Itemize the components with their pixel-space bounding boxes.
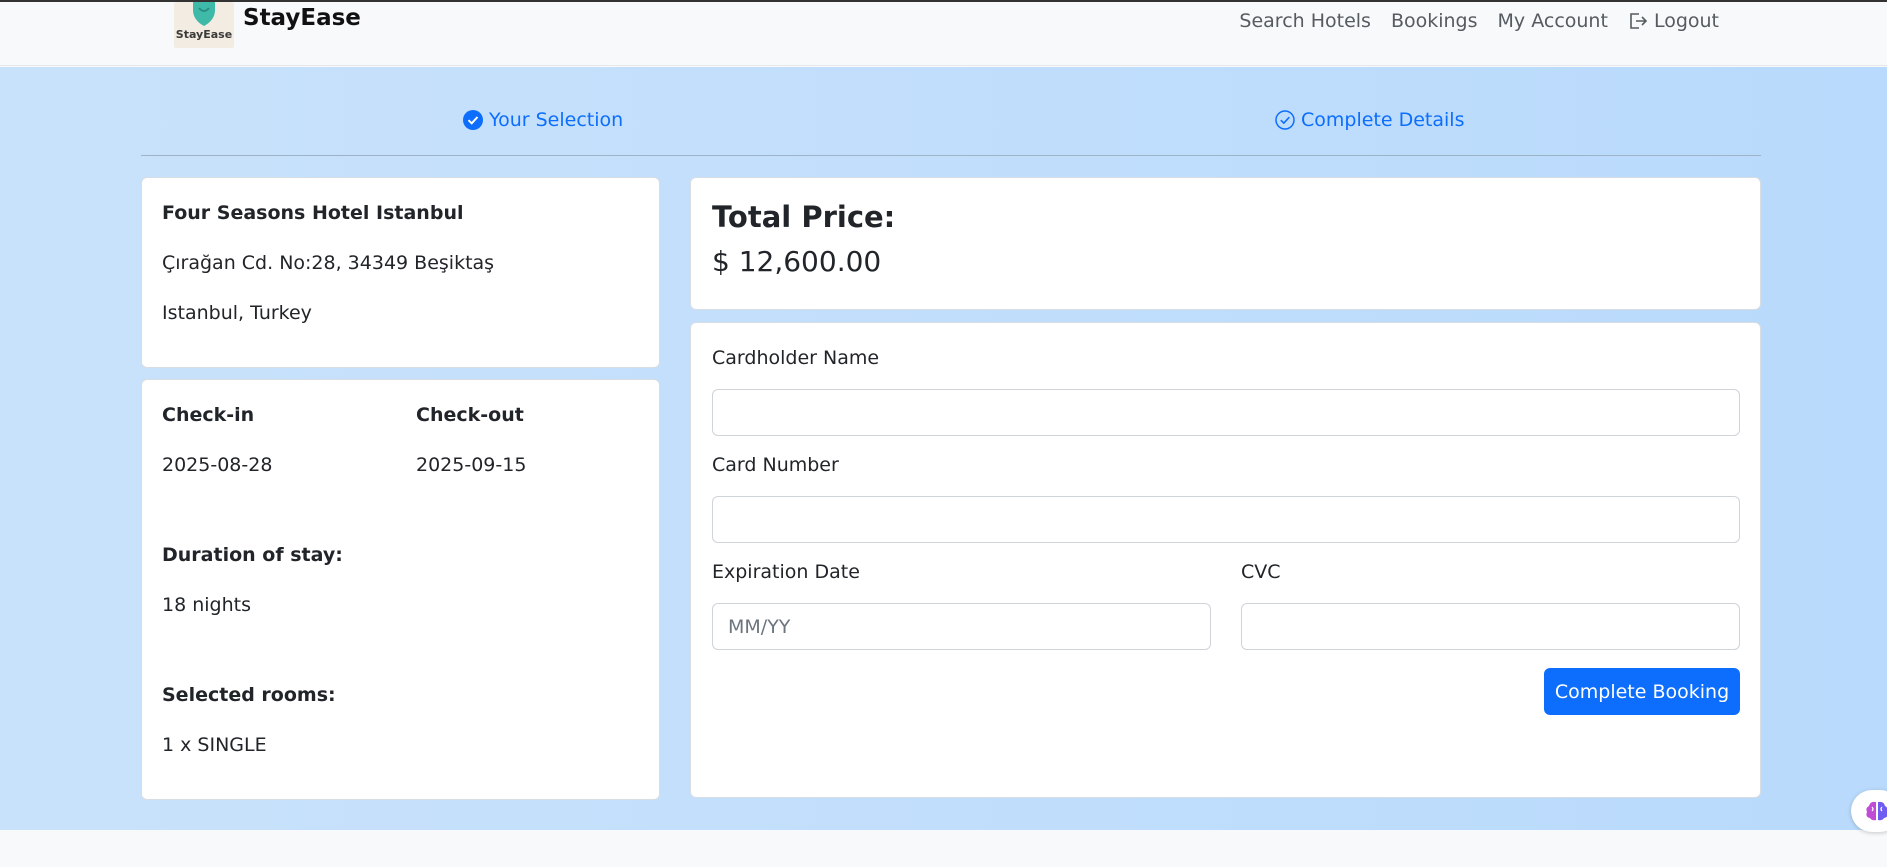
complete-booking-button[interactable]: Complete Booking: [1544, 668, 1740, 715]
navbar: StayEase StayEase Search Hotels Bookings…: [0, 2, 1887, 66]
assistant-fab[interactable]: [1851, 790, 1887, 832]
duration-label: Duration of stay:: [162, 544, 343, 566]
hotel-address-line1: Çırağan Cd. No:28, 34349 Beşiktaş: [162, 252, 495, 274]
stay-details-card: Check-in 2025-08-28 Check-out 2025-09-15…: [141, 379, 660, 800]
cvc-label: CVC: [1241, 561, 1281, 583]
expiration-date-input[interactable]: [712, 603, 1211, 650]
hotel-name: Four Seasons Hotel Istanbul: [162, 202, 464, 224]
check-circle-outline-icon: [1275, 110, 1295, 130]
step-complete-details[interactable]: Complete Details: [1275, 109, 1464, 131]
logout-link[interactable]: Logout: [1628, 10, 1719, 32]
logo-text: StayEase: [175, 28, 233, 41]
step-selection-label: Your Selection: [489, 109, 624, 131]
step-your-selection[interactable]: Your Selection: [463, 109, 623, 131]
card-number-label: Card Number: [712, 454, 839, 476]
booking-main: Your Selection Complete Details Four Sea…: [0, 67, 1887, 830]
nav-search-hotels[interactable]: Search Hotels: [1239, 10, 1371, 32]
brand-name[interactable]: StayEase: [243, 5, 361, 31]
checkin-label: Check-in: [162, 404, 255, 426]
cvc-input[interactable]: [1241, 603, 1740, 650]
hotel-address-line2: Istanbul, Turkey: [162, 302, 312, 324]
brand-logo[interactable]: StayEase: [174, 2, 234, 48]
logout-label: Logout: [1653, 10, 1719, 32]
expiration-date-label: Expiration Date: [712, 561, 860, 583]
total-price-value: $ 12,600.00: [712, 245, 882, 278]
selected-rooms-value: 1 x SINGLE: [162, 734, 267, 756]
nav-bookings[interactable]: Bookings: [1391, 10, 1478, 32]
hotel-info-card: Four Seasons Hotel Istanbul Çırağan Cd. …: [141, 177, 660, 368]
checkout-label: Check-out: [416, 404, 524, 426]
cardholder-name-label: Cardholder Name: [712, 347, 880, 369]
total-price-label: Total Price:: [712, 200, 896, 234]
checkin-value: 2025-08-28: [162, 454, 273, 476]
map-pin-icon: [193, 2, 215, 26]
logout-icon: [1630, 13, 1648, 29]
check-circle-fill-icon: [463, 110, 483, 130]
selected-rooms-label: Selected rooms:: [162, 684, 336, 706]
nav-my-account[interactable]: My Account: [1498, 10, 1608, 32]
payment-form-card: Cardholder Name Card Number Expiration D…: [690, 322, 1761, 798]
duration-value: 18 nights: [162, 594, 251, 616]
booking-steps: Your Selection Complete Details: [141, 67, 1761, 156]
nav-links: Search Hotels Bookings My Account Logout: [1239, 10, 1719, 32]
brain-icon: [1866, 801, 1887, 821]
checkout-value: 2025-09-15: [416, 454, 527, 476]
card-number-input[interactable]: [712, 496, 1740, 543]
footer: [0, 830, 1887, 867]
total-price-card: Total Price: $ 12,600.00: [690, 177, 1761, 310]
step-details-label: Complete Details: [1301, 109, 1465, 131]
cardholder-name-input[interactable]: [712, 389, 1740, 436]
